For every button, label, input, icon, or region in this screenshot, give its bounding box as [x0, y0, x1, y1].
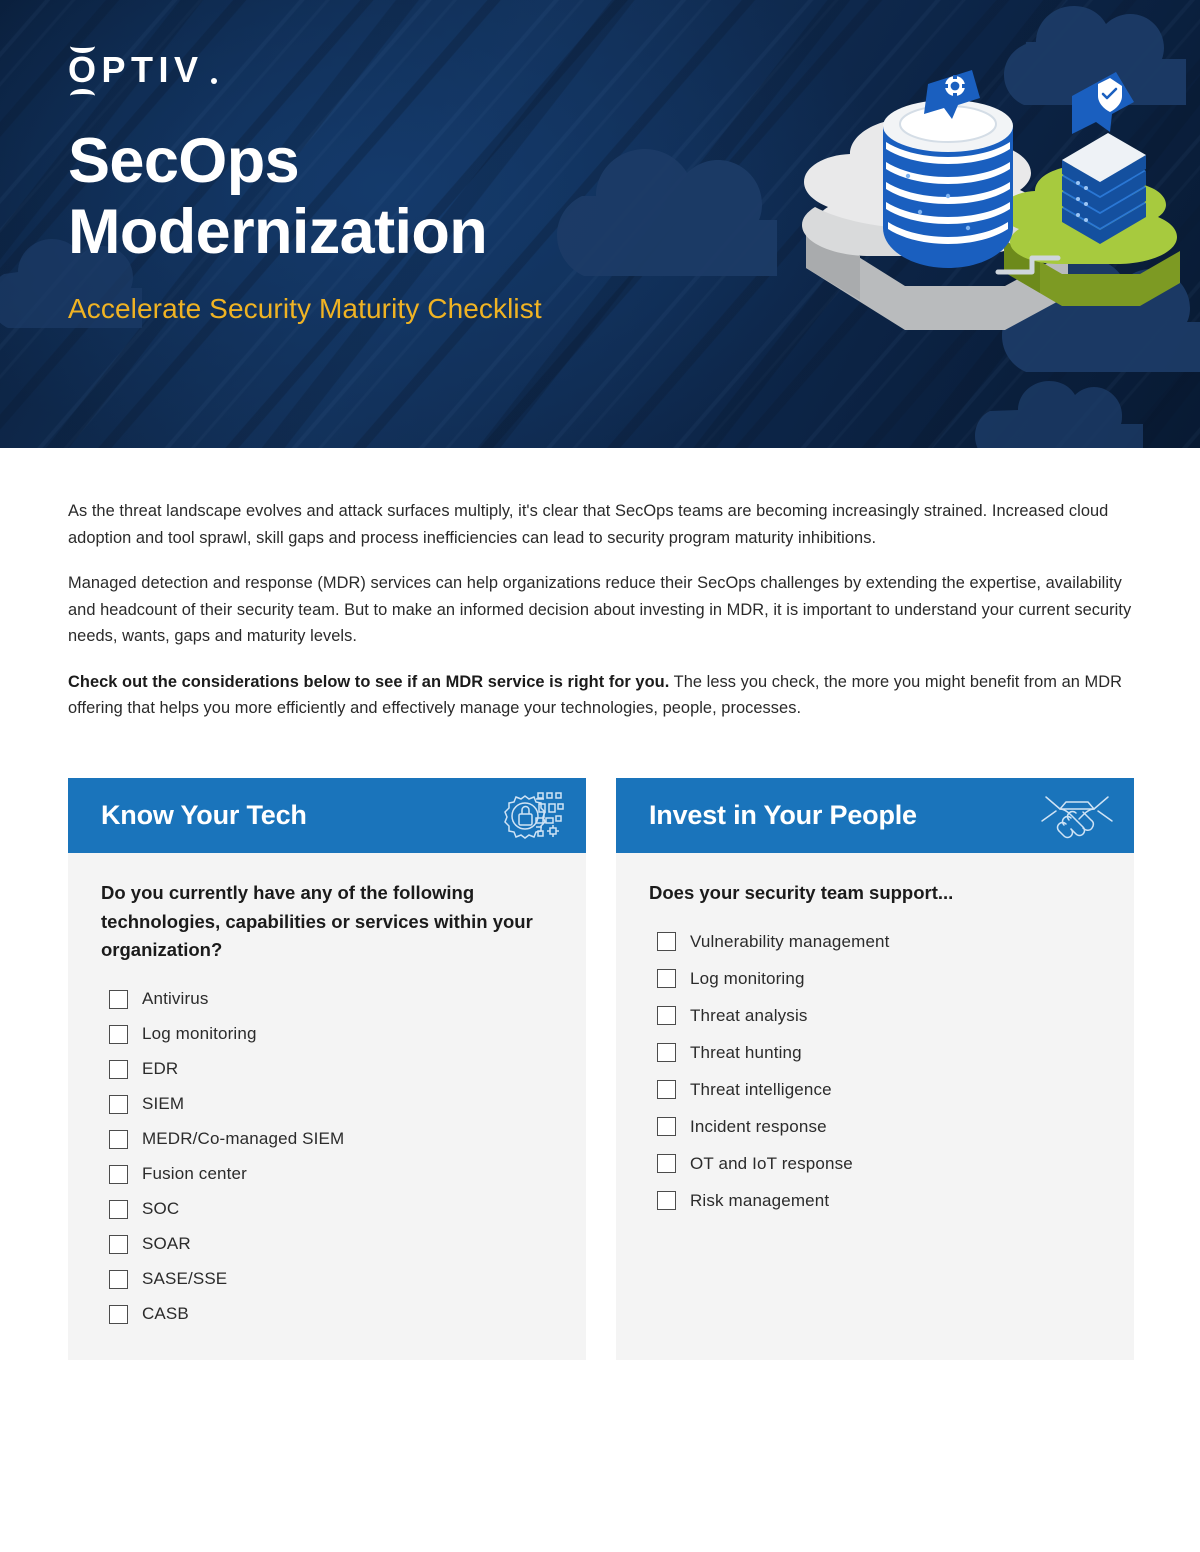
- checkbox[interactable]: [657, 1191, 676, 1211]
- card-question: Do you currently have any of the followi…: [101, 882, 533, 961]
- checkbox[interactable]: [109, 1199, 128, 1219]
- list-item[interactable]: Threat intelligence: [649, 1080, 1104, 1100]
- checkbox-label: CASB: [142, 1304, 189, 1324]
- checkbox-label: EDR: [142, 1059, 179, 1079]
- page-title-line1: SecOps: [68, 126, 300, 196]
- checkbox[interactable]: [109, 1094, 128, 1114]
- checkbox-label: Fusion center: [142, 1164, 247, 1184]
- checkbox[interactable]: [109, 1024, 128, 1044]
- checkbox[interactable]: [657, 1006, 676, 1026]
- list-item[interactable]: SOAR: [101, 1234, 556, 1254]
- list-item[interactable]: Vulnerability management: [649, 932, 1104, 952]
- checkbox-label: Threat intelligence: [690, 1079, 832, 1099]
- intro-paragraph-2: Managed detection and response (MDR) ser…: [68, 574, 1132, 646]
- list-item[interactable]: CASB: [101, 1304, 556, 1324]
- list-item[interactable]: Threat analysis: [649, 1006, 1104, 1026]
- checkbox-label: SIEM: [142, 1094, 185, 1114]
- list-item[interactable]: Threat hunting: [649, 1043, 1104, 1063]
- intro-paragraph-3-bold: Check out the considerations below to se…: [68, 672, 670, 691]
- card-body-invest-in-your-people: Does your security team support... Vulne…: [616, 853, 1134, 1211]
- checkbox-label: Vulnerability management: [690, 931, 890, 951]
- card-header-invest-in-your-people: Invest in Your People: [616, 778, 1134, 853]
- list-item[interactable]: Incident response: [649, 1117, 1104, 1137]
- checkbox[interactable]: [657, 1043, 676, 1063]
- list-item[interactable]: Fusion center: [101, 1164, 556, 1184]
- list-item[interactable]: Log monitoring: [101, 1024, 556, 1044]
- checkbox[interactable]: [109, 1129, 128, 1149]
- checklist-people: Vulnerability management Log monitoring …: [649, 932, 1104, 1211]
- checkbox[interactable]: [109, 989, 128, 1009]
- checkbox-label: Threat hunting: [690, 1042, 802, 1062]
- checkbox-label: Threat analysis: [690, 1005, 808, 1025]
- page-subtitle: Accelerate Security Maturity Checklist: [68, 293, 542, 325]
- intro-paragraph-1: As the threat landscape evolves and atta…: [68, 502, 1109, 547]
- document-page: OPTIV SecOps Modernization Accelerate Se…: [0, 0, 1200, 1552]
- card-know-your-tech: Know Your Tech Do you currently have any…: [68, 778, 586, 1360]
- logo-registered-dot: [211, 78, 217, 84]
- handshake-icon: [1041, 795, 1113, 838]
- checklist-tech: Antivirus Log monitoring EDR SIEM MEDR/C…: [101, 989, 556, 1324]
- intro-paragraph-3: Check out the considerations below to se…: [68, 669, 1134, 722]
- checkbox-label: Incident response: [690, 1116, 827, 1136]
- checkbox-label: SASE/SSE: [142, 1269, 228, 1289]
- optiv-logo: OPTIV: [68, 38, 238, 104]
- gear-lock-circuit-icon: [504, 791, 564, 839]
- logo-wordmark: OPTIV: [68, 49, 204, 90]
- checkbox-label: Log monitoring: [690, 968, 805, 988]
- intro-text: As the threat landscape evolves and atta…: [68, 498, 1134, 722]
- list-item[interactable]: SIEM: [101, 1094, 556, 1114]
- checkbox[interactable]: [109, 1059, 128, 1079]
- checkbox[interactable]: [657, 1080, 676, 1100]
- list-item[interactable]: Antivirus: [101, 989, 556, 1009]
- page-title: SecOps Modernization: [68, 126, 708, 267]
- logo-arc-mark: [70, 89, 95, 102]
- card-header-know-your-tech: Know Your Tech: [68, 778, 586, 853]
- card-invest-in-your-people: Invest in Your People Does your security…: [616, 778, 1134, 1360]
- hero-banner: OPTIV SecOps Modernization Accelerate Se…: [0, 0, 1200, 448]
- card-title: Know Your Tech: [101, 800, 307, 830]
- list-item[interactable]: Risk management: [649, 1191, 1104, 1211]
- checkbox[interactable]: [657, 969, 676, 989]
- checkbox-label: Risk management: [690, 1190, 830, 1210]
- checkbox-label: SOC: [142, 1199, 180, 1219]
- list-item[interactable]: EDR: [101, 1059, 556, 1079]
- checkbox[interactable]: [109, 1234, 128, 1254]
- checkbox-label: OT and IoT response: [690, 1153, 853, 1173]
- checkbox[interactable]: [109, 1164, 128, 1184]
- list-item[interactable]: SOC: [101, 1199, 556, 1219]
- card-question: Does your security team support...: [649, 882, 954, 903]
- checkbox[interactable]: [657, 1117, 676, 1137]
- checkbox[interactable]: [109, 1269, 128, 1289]
- checkbox[interactable]: [109, 1304, 128, 1324]
- checkbox[interactable]: [657, 932, 676, 952]
- checkbox-label: Log monitoring: [142, 1024, 257, 1044]
- checkbox[interactable]: [657, 1154, 676, 1174]
- list-item[interactable]: MEDR/Co-managed SIEM: [101, 1129, 556, 1149]
- list-item[interactable]: OT and IoT response: [649, 1154, 1104, 1174]
- card-title: Invest in Your People: [649, 800, 917, 830]
- page-title-line2: Modernization: [68, 196, 488, 267]
- list-item[interactable]: SASE/SSE: [101, 1269, 556, 1289]
- card-body-know-your-tech: Do you currently have any of the followi…: [68, 853, 586, 1324]
- list-item[interactable]: Log monitoring: [649, 969, 1104, 989]
- checkbox-label: MEDR/Co-managed SIEM: [142, 1129, 345, 1149]
- checkbox-label: SOAR: [142, 1234, 191, 1254]
- checklist-cards: Know Your Tech Do you currently have any…: [68, 778, 1134, 1360]
- checkbox-label: Antivirus: [142, 989, 209, 1009]
